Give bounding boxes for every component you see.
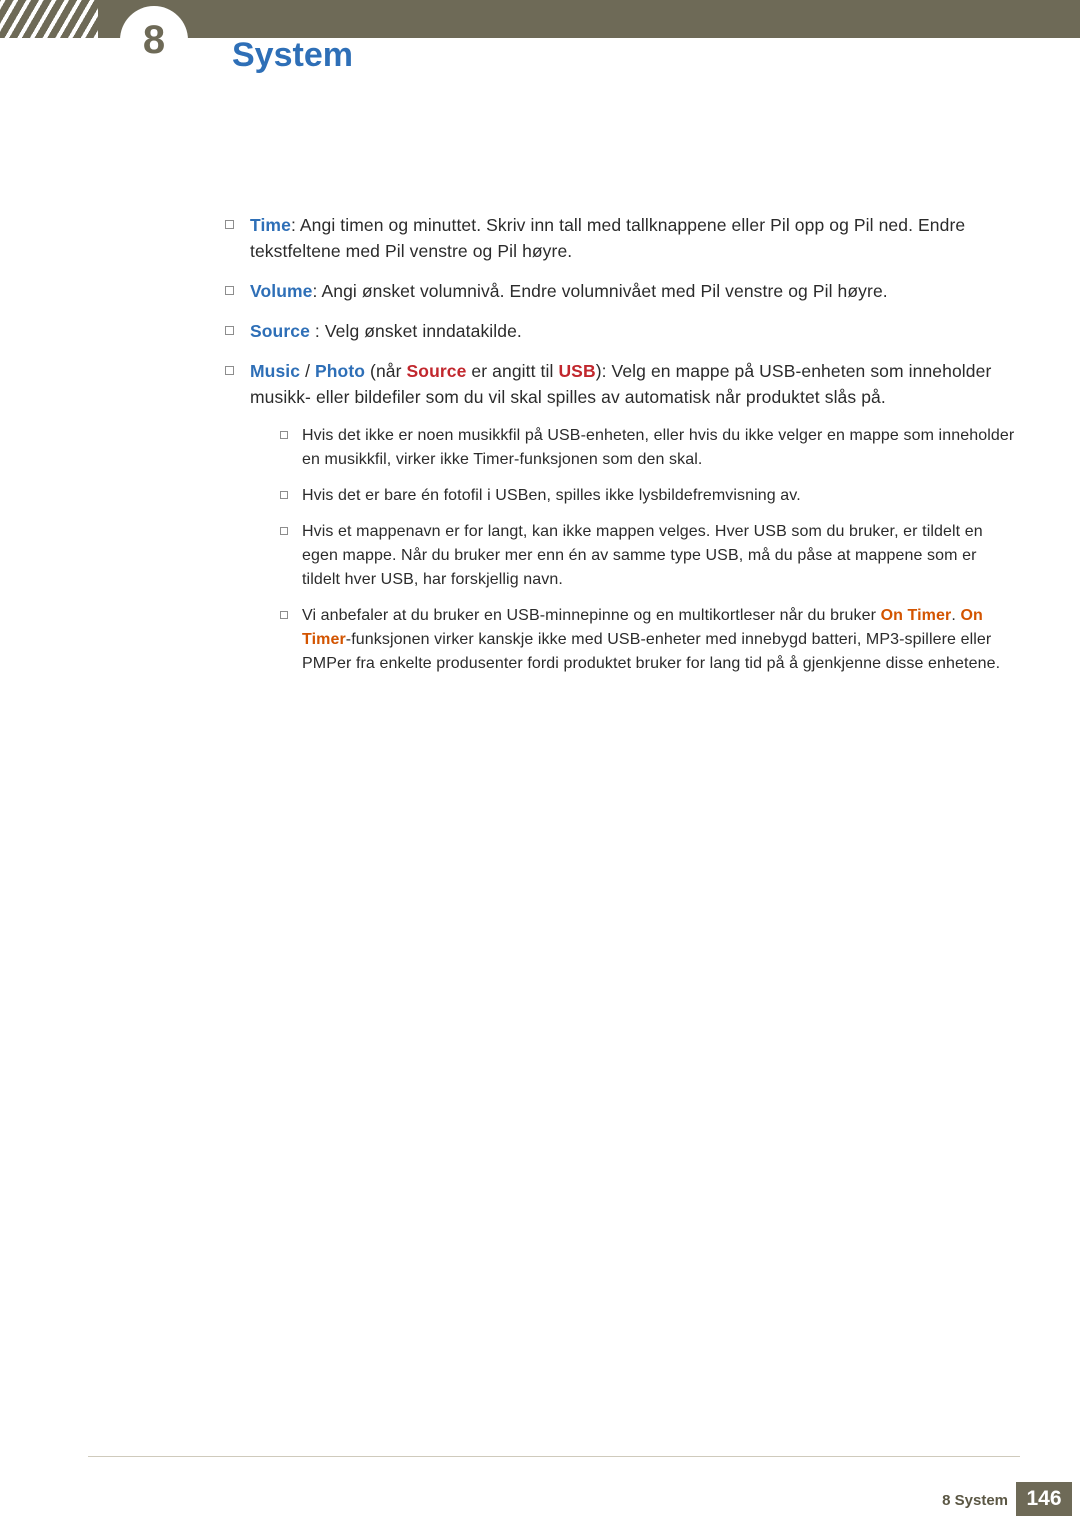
chapter-number: 8 xyxy=(142,18,166,62)
text-run: Vi anbefaler at du bruker en USB-minnepi… xyxy=(302,607,881,624)
bullet-item: Time: Angi timen og minuttet. Skriv inn … xyxy=(225,212,1015,264)
bullet-text: Source : Velg ønsket inndatakilde. xyxy=(250,318,522,344)
emphasized-term: Photo xyxy=(315,361,366,381)
text-run: / xyxy=(300,361,315,381)
emphasized-term: On Timer xyxy=(880,607,952,624)
bullet-text: Volume: Angi ønsket volumnivå. Endre vol… xyxy=(250,278,888,304)
bullet-square-icon xyxy=(280,491,288,499)
bullet-item: Source : Velg ønsket inndatakilde. xyxy=(225,318,1015,344)
footer-divider xyxy=(88,1456,1020,1457)
content-body: Time: Angi timen og minuttet. Skriv inn … xyxy=(225,212,1015,688)
text-run: Hvis det er bare én fotofil i USBen, spi… xyxy=(302,487,801,504)
bullet-item: Volume: Angi ønsket volumnivå. Endre vol… xyxy=(225,278,1015,304)
page-number-badge: 146 xyxy=(1016,1482,1072,1516)
bullet-square-icon xyxy=(280,611,288,619)
header-hatch-decoration xyxy=(0,0,98,38)
bullet-item: Music / Photo (når Source er angitt til … xyxy=(225,358,1015,410)
bullet-text: Hvis et mappenavn er for langt, kan ikke… xyxy=(302,520,1015,592)
emphasized-term: Time xyxy=(250,215,291,235)
emphasized-term: USB xyxy=(558,361,596,381)
text-run: : Angi timen og minuttet. Skriv inn tall… xyxy=(250,215,966,261)
sub-bullet-item: Hvis det ikke er noen musikkfil på USB-e… xyxy=(280,424,1015,472)
text-run: : Velg ønsket inndatakilde. xyxy=(309,321,522,341)
bullet-text: Hvis det er bare én fotofil i USBen, spi… xyxy=(302,484,801,508)
bullet-square-icon xyxy=(280,527,288,535)
sub-bullet-item: Vi anbefaler at du bruker en USB-minnepi… xyxy=(280,604,1015,676)
emphasized-term: Volume xyxy=(250,281,313,301)
footer-chapter-label: 8 System xyxy=(942,1492,1008,1509)
emphasized-term: Source xyxy=(406,361,467,381)
emphasized-term: Music xyxy=(250,361,301,381)
text-run: : Angi ønsket volumnivå. Endre volumnivå… xyxy=(312,281,888,301)
bullet-square-icon xyxy=(225,366,234,375)
text-run: -funksjonen virker kanskje ikke med USB-… xyxy=(302,631,1001,672)
bullet-text: Music / Photo (når Source er angitt til … xyxy=(250,358,1015,410)
bullet-text: Hvis det ikke er noen musikkfil på USB-e… xyxy=(302,424,1015,472)
text-run: Hvis det ikke er noen musikkfil på USB-e… xyxy=(302,427,1015,468)
bullet-text: Vi anbefaler at du bruker en USB-minnepi… xyxy=(302,604,1015,676)
bullet-square-icon xyxy=(225,286,234,295)
bullet-square-icon xyxy=(225,220,234,229)
page-title: System xyxy=(232,36,353,74)
text-run: Hvis et mappenavn er for langt, kan ikke… xyxy=(302,523,983,588)
text-run: er angitt til xyxy=(466,361,559,381)
sub-bullet-item: Hvis et mappenavn er for langt, kan ikke… xyxy=(280,520,1015,592)
bullet-square-icon xyxy=(280,431,288,439)
sub-bullet-item: Hvis det er bare én fotofil i USBen, spi… xyxy=(280,484,1015,508)
emphasized-term: Source xyxy=(250,321,310,341)
text-run: (når xyxy=(365,361,407,381)
bullet-square-icon xyxy=(225,326,234,335)
bullet-text: Time: Angi timen og minuttet. Skriv inn … xyxy=(250,212,1015,264)
